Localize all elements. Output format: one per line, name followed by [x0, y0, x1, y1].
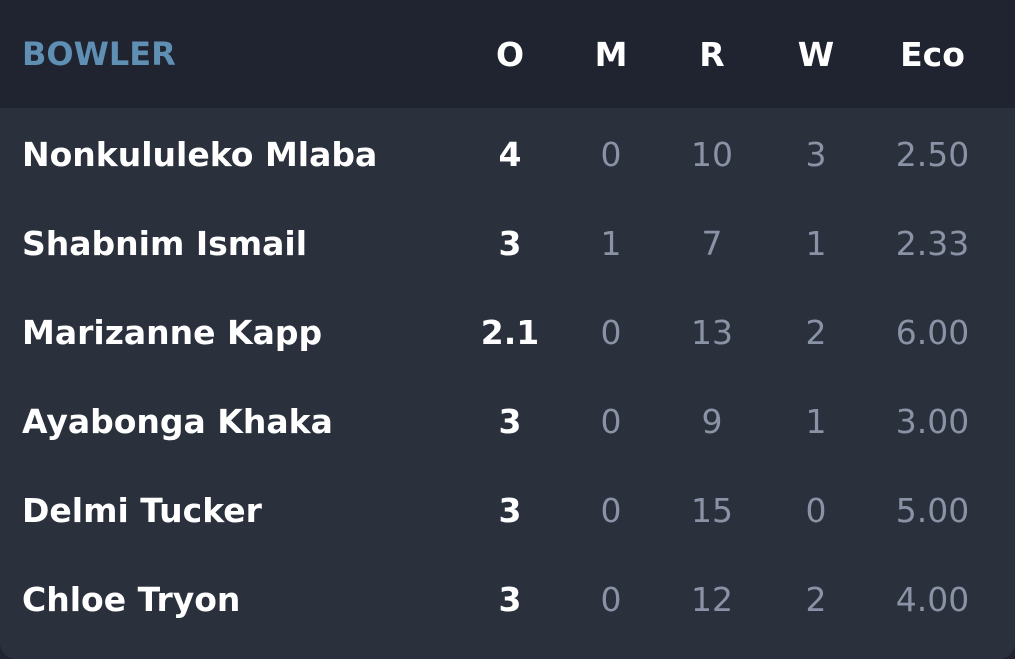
column-header-runs[interactable]: R [642, 35, 782, 74]
wickets-value: 2 [805, 313, 827, 352]
scorecard-header-row: BOWLER O M R W Eco [0, 0, 1015, 108]
runs-value: 10 [691, 135, 733, 174]
wickets-value: 3 [805, 135, 827, 174]
wickets-value: 1 [805, 224, 827, 263]
economy-value: 5.00 [895, 491, 970, 530]
bowling-scorecard: BOWLER O M R W Eco Nonkululeko Mlaba 4 0… [0, 0, 1015, 659]
runs-value: 9 [701, 402, 723, 441]
bowler-row[interactable]: Chloe Tryon 3 0 12 2 4.00 [0, 555, 1015, 644]
maidens-value: 0 [600, 402, 622, 441]
runs-value: 12 [691, 580, 733, 619]
overs-value: 3 [498, 580, 522, 619]
maidens-value: 0 [600, 491, 622, 530]
overs-value: 4 [498, 135, 522, 174]
column-header-maidens[interactable]: M [580, 35, 642, 74]
wickets-value: 1 [805, 402, 827, 441]
economy-value: 3.00 [895, 402, 970, 441]
column-header-wickets[interactable]: W [782, 35, 850, 74]
runs-value: 13 [691, 313, 733, 352]
economy-value: 6.00 [895, 313, 970, 352]
economy-value: 2.50 [895, 135, 970, 174]
column-header-bowler[interactable]: BOWLER [0, 35, 440, 73]
maidens-value: 0 [600, 135, 622, 174]
bowler-name[interactable]: Marizanne Kapp [0, 313, 440, 352]
bowler-row[interactable]: Shabnim Ismail 3 1 7 1 2.33 [0, 199, 1015, 288]
bowler-name[interactable]: Delmi Tucker [0, 491, 440, 530]
maidens-value: 0 [600, 313, 622, 352]
column-header-economy[interactable]: Eco [850, 35, 1015, 74]
maidens-value: 0 [600, 580, 622, 619]
overs-value: 3 [498, 224, 522, 263]
maidens-value: 1 [600, 224, 622, 263]
bowler-name[interactable]: Ayabonga Khaka [0, 402, 440, 441]
bowler-name[interactable]: Chloe Tryon [0, 580, 440, 619]
overs-value: 3 [498, 402, 522, 441]
economy-value: 4.00 [895, 580, 970, 619]
economy-value: 2.33 [895, 224, 970, 263]
bowler-row[interactable]: Nonkululeko Mlaba 4 0 10 3 2.50 [0, 110, 1015, 199]
column-header-overs[interactable]: O [440, 35, 580, 74]
wickets-value: 0 [805, 491, 827, 530]
bowler-row[interactable]: Ayabonga Khaka 3 0 9 1 3.00 [0, 377, 1015, 466]
bowler-row[interactable]: Marizanne Kapp 2.1 0 13 2 6.00 [0, 288, 1015, 377]
runs-value: 7 [701, 224, 723, 263]
bowler-row[interactable]: Delmi Tucker 3 0 15 0 5.00 [0, 466, 1015, 555]
wickets-value: 2 [805, 580, 827, 619]
overs-value: 2.1 [480, 313, 540, 352]
bowler-name[interactable]: Shabnim Ismail [0, 224, 440, 263]
bowler-rows: Nonkululeko Mlaba 4 0 10 3 2.50 Shabnim … [0, 108, 1015, 644]
bowler-name[interactable]: Nonkululeko Mlaba [0, 135, 440, 174]
runs-value: 15 [691, 491, 733, 530]
overs-value: 3 [498, 491, 522, 530]
